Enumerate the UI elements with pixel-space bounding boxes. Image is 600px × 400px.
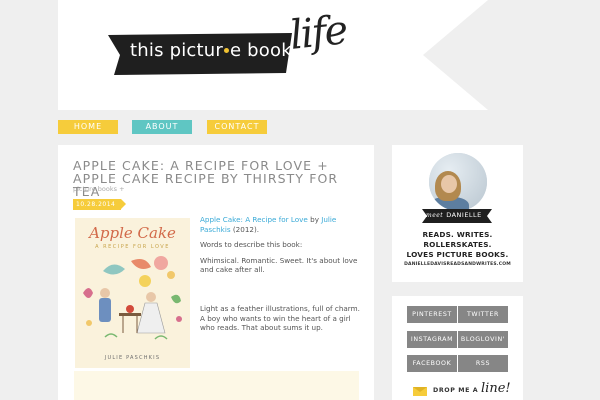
book-cover-image[interactable]: Apple Cake A RECIPE FOR LOVE JULIE PASCH… [75, 218, 190, 368]
tagline: ROLLERSKATES. [423, 240, 492, 249]
logo-text-part-1: this pictur [130, 40, 223, 61]
bloglovin-button[interactable]: BLOGLOVIN' [458, 331, 508, 348]
meet-prefix: meet [426, 212, 444, 219]
avatar[interactable] [429, 153, 487, 211]
book-subtitle: A RECIPE FOR LOVE [95, 244, 170, 250]
book-illustration [83, 256, 182, 340]
nav-contact[interactable]: CONTACT [207, 120, 267, 134]
post-category[interactable]: picture books + [73, 185, 125, 193]
about-widget: meet DANIELLE READS. WRITES. ROLLERSKATES… [392, 145, 523, 282]
site-logo[interactable]: this pictur e book [130, 40, 292, 61]
by-text: by [307, 215, 322, 224]
blog-post: APPLE CAKE: A RECIPE FOR LOVE + APPLE CA… [58, 145, 374, 400]
book-title: Apple Cake [89, 224, 176, 242]
meet-label: meet DANIELLE [426, 211, 482, 219]
facebook-button[interactable]: FACEBOOK [407, 355, 457, 372]
pinterest-button[interactable]: PINTEREST [407, 306, 457, 323]
tagline: READS. WRITES. [422, 230, 493, 239]
post-body: Apple Cake: A Recipe for Love by Julie P… [200, 215, 365, 281]
recipe-box [74, 371, 359, 400]
instagram-button[interactable]: INSTAGRAM [407, 331, 457, 348]
envelope-icon [413, 387, 427, 396]
logo-script-text: life [287, 7, 349, 59]
post-paragraph: Words to describe this book: [200, 240, 303, 249]
website-link[interactable]: DANIELLEDAVISREADSANDWRITES.COM [392, 262, 523, 267]
rss-button[interactable]: RSS [458, 355, 508, 372]
nav-about[interactable]: ABOUT [132, 120, 192, 134]
book-author: JULIE PASCHKIS [104, 355, 161, 361]
logo-dot-icon [223, 48, 229, 53]
year-text: (2012). [230, 224, 260, 234]
meet-name: DANIELLE [446, 211, 482, 219]
twitter-button[interactable]: TWITTER [458, 306, 508, 323]
post-paragraph: Light as a feather illustrations, full o… [200, 304, 360, 332]
social-widget: PINTEREST TWITTER INSTAGRAM BLOGLOVIN' F… [392, 296, 523, 400]
page: this pictur e book life HOME ABOUT CONTAC… [0, 0, 600, 400]
tagline: LOVES PICTURE BOOKS. [406, 250, 509, 259]
logo-text-part-2: e book [229, 40, 292, 61]
drop-text: DROP ME A [433, 387, 479, 394]
book-link[interactable]: Apple Cake: A Recipe for Love [200, 215, 308, 224]
post-date-badge: 10.28.2014 [73, 199, 127, 210]
nav-home[interactable]: HOME [58, 120, 118, 134]
post-paragraph: Whimsical. Romantic. Sweet. It's about l… [200, 255, 358, 275]
post-intro: Apple Cake: A Recipe for Love by Julie P… [200, 215, 365, 234]
drop-script-text: line! [481, 381, 511, 396]
